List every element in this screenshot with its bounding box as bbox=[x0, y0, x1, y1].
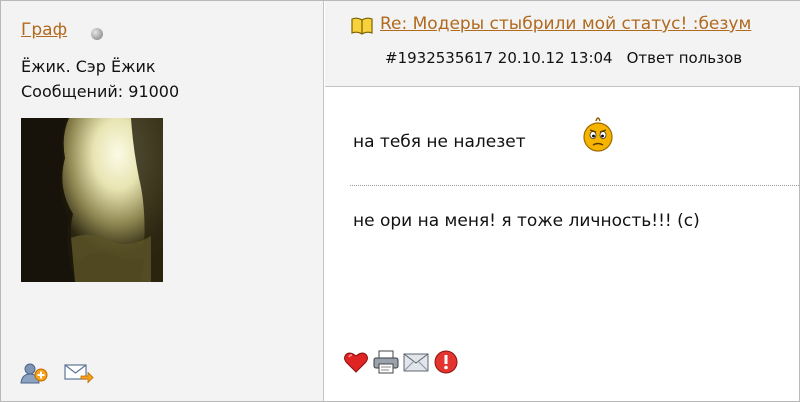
post-id[interactable]: #1932535617 bbox=[385, 49, 493, 67]
signature-divider bbox=[350, 185, 800, 186]
mail-arrow-icon[interactable] bbox=[64, 362, 94, 384]
post-datetime: 20.10.12 13:04 bbox=[497, 49, 613, 67]
envelope-icon[interactable] bbox=[402, 349, 429, 375]
add-user-icon[interactable] bbox=[20, 362, 48, 384]
book-icon bbox=[350, 16, 374, 36]
printer-icon[interactable] bbox=[372, 349, 399, 375]
post-meta: #1932535617 20.10.12 13:04 Ответ пользов bbox=[385, 49, 742, 67]
smiley-icon bbox=[581, 115, 615, 155]
reply-to-user: Ответ пользов bbox=[626, 49, 743, 67]
post-count: Сообщений: 91000 bbox=[21, 82, 180, 101]
post-message: на тебя не налезет bbox=[353, 132, 526, 152]
user-title: Ёжик. Сэр Ёжик bbox=[21, 57, 156, 76]
topic-title-link[interactable]: Re: Модеры стыбрили мой статус! :безум bbox=[380, 14, 751, 34]
warning-icon[interactable] bbox=[433, 349, 459, 375]
user-sidebar: Граф Ёжик. Сэр Ёжик Сообщений: 91000 bbox=[1, 1, 324, 401]
avatar[interactable] bbox=[21, 118, 163, 282]
user-signature: не ори на меня! я тоже личность!!! (с) bbox=[353, 211, 700, 231]
forum-post: Граф Ёжик. Сэр Ёжик Сообщений: 91000 Re:… bbox=[0, 0, 800, 402]
status-indicator bbox=[91, 28, 103, 40]
username-link[interactable]: Граф bbox=[21, 20, 67, 40]
avatar-image bbox=[21, 118, 163, 282]
heart-icon[interactable] bbox=[343, 349, 369, 375]
